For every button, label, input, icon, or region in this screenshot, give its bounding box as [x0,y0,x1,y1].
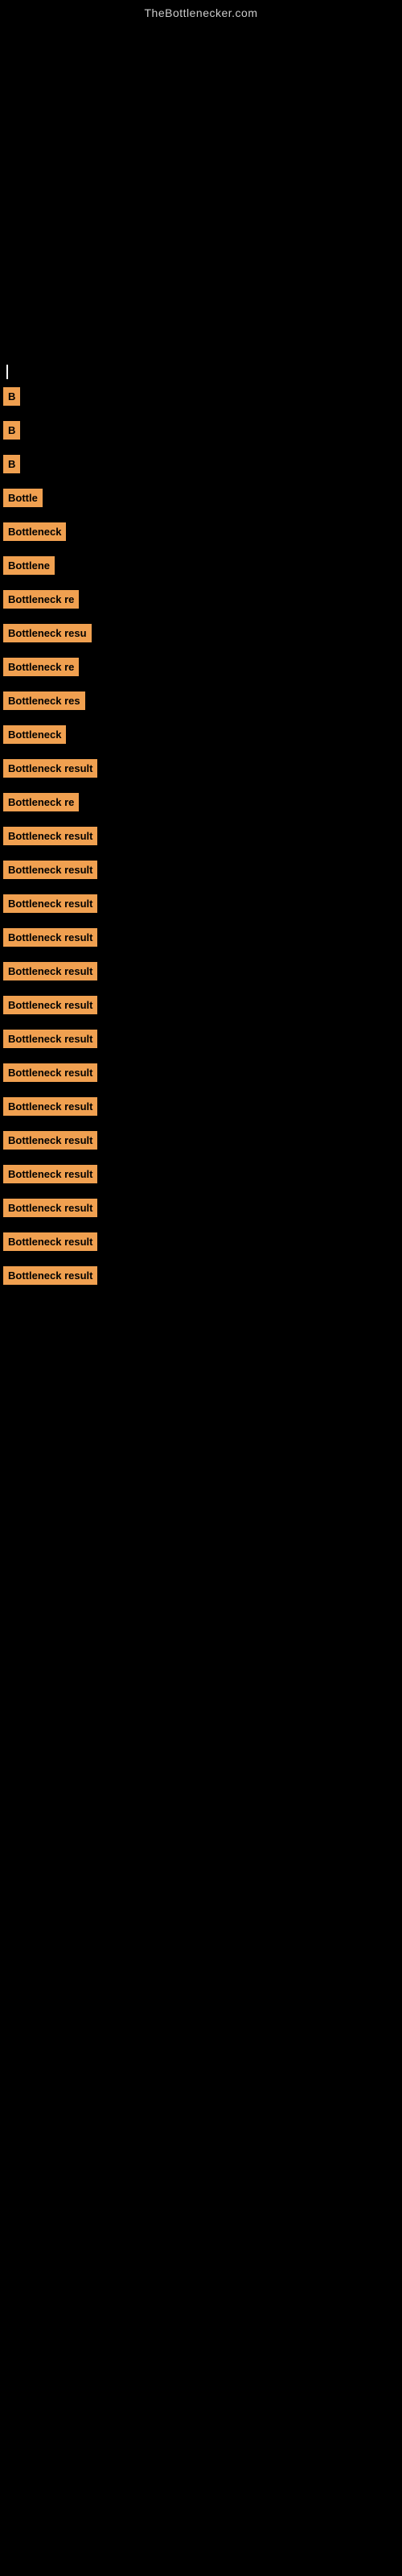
bottleneck-label: B [3,455,20,473]
cursor-indicator [6,365,8,379]
bottleneck-label: Bottleneck re [3,658,79,676]
bottleneck-label: B [3,421,20,440]
bottleneck-label: Bottleneck result [3,1165,97,1183]
list-item: Bottleneck result [0,1160,402,1194]
list-item: Bottleneck result [0,1228,402,1261]
bottleneck-label: Bottlene [3,556,55,575]
bottleneck-label: Bottleneck result [3,827,97,845]
list-item: Bottleneck result [0,890,402,923]
bottleneck-label: Bottleneck resu [3,624,92,642]
list-item: Bottleneck res [0,687,402,720]
list-item: Bottleneck result [0,991,402,1025]
bottleneck-label: Bottleneck [3,725,66,744]
bottleneck-label: Bottleneck result [3,1232,97,1251]
list-item: Bottleneck re [0,653,402,687]
bottleneck-label: Bottleneck result [3,759,97,778]
bottleneck-label: Bottleneck result [3,1097,97,1116]
bottleneck-label: Bottleneck result [3,962,97,980]
bottleneck-label: Bottleneck result [3,928,97,947]
bottleneck-label: Bottle [3,489,43,507]
bottleneck-label: Bottleneck res [3,691,85,710]
bottleneck-label: Bottleneck result [3,1063,97,1082]
bottleneck-label: Bottleneck result [3,996,97,1014]
bottleneck-label: Bottleneck [3,522,66,541]
list-item: Bottleneck re [0,788,402,822]
bottleneck-label: Bottleneck re [3,590,79,609]
bottleneck-label: Bottleneck result [3,1199,97,1217]
list-item: Bottleneck [0,518,402,551]
bottleneck-label: Bottleneck result [3,894,97,913]
list-item: Bottlene [0,551,402,585]
list-item: Bottleneck result [0,1025,402,1059]
list-item: Bottleneck re [0,585,402,619]
site-title: TheBottlenecker.com [0,0,402,19]
list-item: Bottleneck [0,720,402,754]
list-item: Bottle [0,484,402,518]
list-item: Bottleneck result [0,1261,402,1295]
list-item: Bottleneck result [0,754,402,788]
bottleneck-list: BBBBottleBottleneckBottleneBottleneck re… [0,382,402,1295]
bottleneck-label: Bottleneck result [3,1030,97,1048]
bottleneck-label: Bottleneck result [3,1266,97,1285]
list-item: B [0,450,402,484]
list-item: Bottleneck result [0,1092,402,1126]
list-item: Bottleneck result [0,856,402,890]
list-item: Bottleneck result [0,1126,402,1160]
bottleneck-label: Bottleneck re [3,793,79,811]
black-section [0,19,402,365]
bottleneck-label: B [3,387,20,406]
list-item: Bottleneck resu [0,619,402,653]
list-item: Bottleneck result [0,957,402,991]
list-item: Bottleneck result [0,822,402,856]
bottleneck-label: Bottleneck result [3,861,97,879]
list-item: B [0,416,402,450]
list-item: Bottleneck result [0,1059,402,1092]
list-item: Bottleneck result [0,923,402,957]
list-item: Bottleneck result [0,1194,402,1228]
list-item: B [0,382,402,416]
bottleneck-label: Bottleneck result [3,1131,97,1150]
